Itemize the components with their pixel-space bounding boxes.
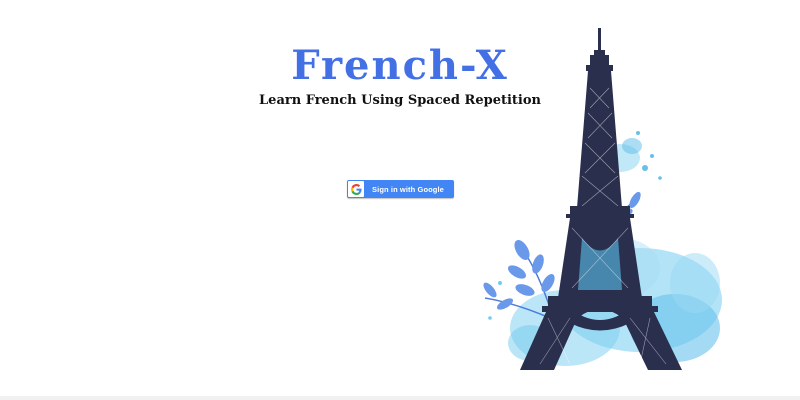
eiffel-tower-illustration — [483, 28, 722, 370]
google-sign-in-label: Sign in with Google — [372, 184, 444, 194]
landing-page: French-X Learn French Using Spaced Repet… — [0, 0, 800, 400]
footer-divider — [0, 396, 800, 400]
google-g-icon — [348, 181, 364, 197]
google-sign-in-button[interactable]: Sign in with Google — [347, 180, 454, 198]
